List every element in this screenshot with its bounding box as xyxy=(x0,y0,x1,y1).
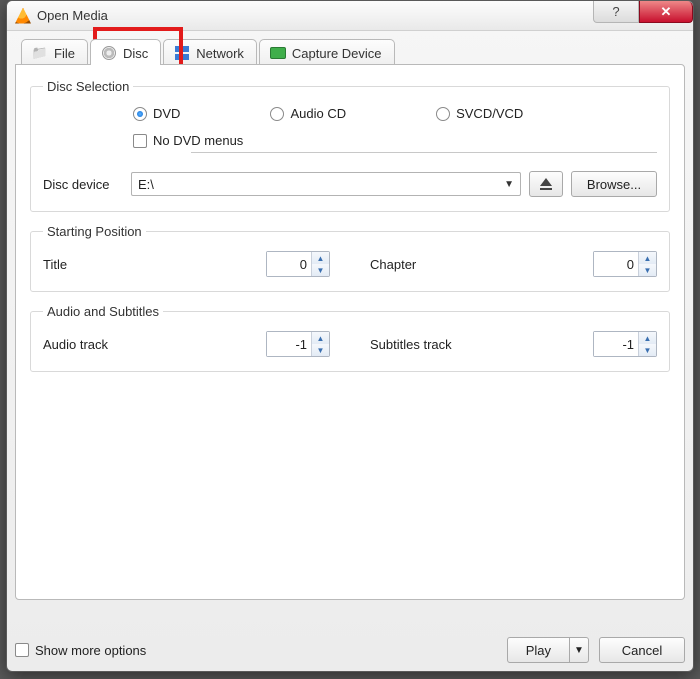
chevron-down-icon: ▼ xyxy=(574,645,584,656)
subtitles-track-value: -1 xyxy=(594,332,638,356)
radio-audio-cd[interactable]: Audio CD xyxy=(270,106,346,121)
tab-file-label: File xyxy=(54,46,75,61)
window-title: Open Media xyxy=(37,8,108,23)
disc-device-label: Disc device xyxy=(43,177,123,192)
tab-network-label: Network xyxy=(196,46,244,61)
disc-device-combo[interactable]: E:\ ▼ xyxy=(131,172,521,196)
spin-up-icon[interactable]: ▲ xyxy=(312,332,329,344)
starting-position-group: Starting Position Title 0 ▲▼ Chapter 0 xyxy=(30,224,670,292)
spin-down-icon[interactable]: ▼ xyxy=(639,264,656,276)
play-dropdown-button[interactable]: ▼ xyxy=(569,637,589,663)
audio-track-label: Audio track xyxy=(43,337,108,352)
cancel-button[interactable]: Cancel xyxy=(599,637,685,663)
titlebar-close-button[interactable]: ✕ xyxy=(639,1,693,23)
tab-file[interactable]: File xyxy=(21,39,88,65)
open-media-window: Open Media ? ✕ File Disc Network Capture… xyxy=(6,0,694,672)
checkbox-icon xyxy=(15,643,29,657)
spin-up-icon[interactable]: ▲ xyxy=(639,252,656,264)
show-more-options-checkbox[interactable]: Show more options xyxy=(15,643,146,658)
spin-up-icon[interactable]: ▲ xyxy=(312,252,329,264)
tab-disc[interactable]: Disc xyxy=(90,39,161,65)
audio-subtitles-group: Audio and Subtitles Audio track -1 ▲▼ Su… xyxy=(30,304,670,372)
title-label: Title xyxy=(43,257,67,272)
chapter-label: Chapter xyxy=(370,257,416,272)
spin-down-icon[interactable]: ▼ xyxy=(312,264,329,276)
radio-svcd-label: SVCD/VCD xyxy=(456,106,523,121)
tab-network[interactable]: Network xyxy=(163,39,257,65)
radio-dot-icon xyxy=(436,107,450,121)
audio-subtitles-legend: Audio and Subtitles xyxy=(43,304,163,319)
radio-audio-cd-label: Audio CD xyxy=(290,106,346,121)
disc-device-value: E:\ xyxy=(138,177,154,192)
spin-down-icon[interactable]: ▼ xyxy=(312,344,329,356)
play-button[interactable]: Play xyxy=(507,637,569,663)
client-area: File Disc Network Capture Device Disc Se… xyxy=(15,39,685,663)
chapter-spin[interactable]: 0 ▲▼ xyxy=(593,251,657,277)
tab-bar: File Disc Network Capture Device xyxy=(21,39,685,65)
vlc-cone-icon xyxy=(15,8,31,24)
cancel-button-label: Cancel xyxy=(622,643,662,658)
tab-capture[interactable]: Capture Device xyxy=(259,39,395,65)
folder-icon xyxy=(32,45,48,61)
tab-disc-page: Disc Selection DVD Audio CD SVCD/VCD xyxy=(15,64,685,600)
browse-button-label: Browse... xyxy=(587,177,641,192)
radio-svcd-vcd[interactable]: SVCD/VCD xyxy=(436,106,523,121)
spin-up-icon[interactable]: ▲ xyxy=(639,332,656,344)
disc-selection-group: Disc Selection DVD Audio CD SVCD/VCD xyxy=(30,79,670,212)
title-value: 0 xyxy=(267,252,311,276)
tab-capture-label: Capture Device xyxy=(292,46,382,61)
no-dvd-menus-label: No DVD menus xyxy=(153,133,243,148)
disc-selection-legend: Disc Selection xyxy=(43,79,133,94)
eject-button[interactable] xyxy=(529,171,563,197)
tab-disc-label: Disc xyxy=(123,46,148,61)
radio-dot-icon xyxy=(133,107,147,121)
subtitles-track-label: Subtitles track xyxy=(370,337,452,352)
audio-track-value: -1 xyxy=(267,332,311,356)
radio-dvd-label: DVD xyxy=(153,106,180,121)
subtitles-track-spin[interactable]: -1 ▲▼ xyxy=(593,331,657,357)
title-spin[interactable]: 0 ▲▼ xyxy=(266,251,330,277)
radio-dot-icon xyxy=(270,107,284,121)
chapter-value: 0 xyxy=(594,252,638,276)
play-button-label: Play xyxy=(526,643,551,658)
radio-dvd[interactable]: DVD xyxy=(133,106,180,121)
dialog-footer: Show more options Play ▼ Cancel xyxy=(15,627,685,663)
network-icon xyxy=(174,45,190,61)
capture-device-icon xyxy=(270,45,286,61)
titlebar-help-button[interactable]: ? xyxy=(593,1,639,23)
titlebar: Open Media ? ✕ xyxy=(7,1,693,31)
audio-track-spin[interactable]: -1 ▲▼ xyxy=(266,331,330,357)
no-dvd-menus-checkbox[interactable]: No DVD menus xyxy=(133,133,243,148)
starting-position-legend: Starting Position xyxy=(43,224,146,239)
disc-icon xyxy=(101,45,117,61)
show-more-options-label: Show more options xyxy=(35,643,146,658)
chevron-down-icon: ▼ xyxy=(504,179,514,190)
separator xyxy=(191,152,657,153)
browse-button[interactable]: Browse... xyxy=(571,171,657,197)
eject-icon xyxy=(540,178,552,190)
checkbox-icon xyxy=(133,134,147,148)
spin-down-icon[interactable]: ▼ xyxy=(639,344,656,356)
